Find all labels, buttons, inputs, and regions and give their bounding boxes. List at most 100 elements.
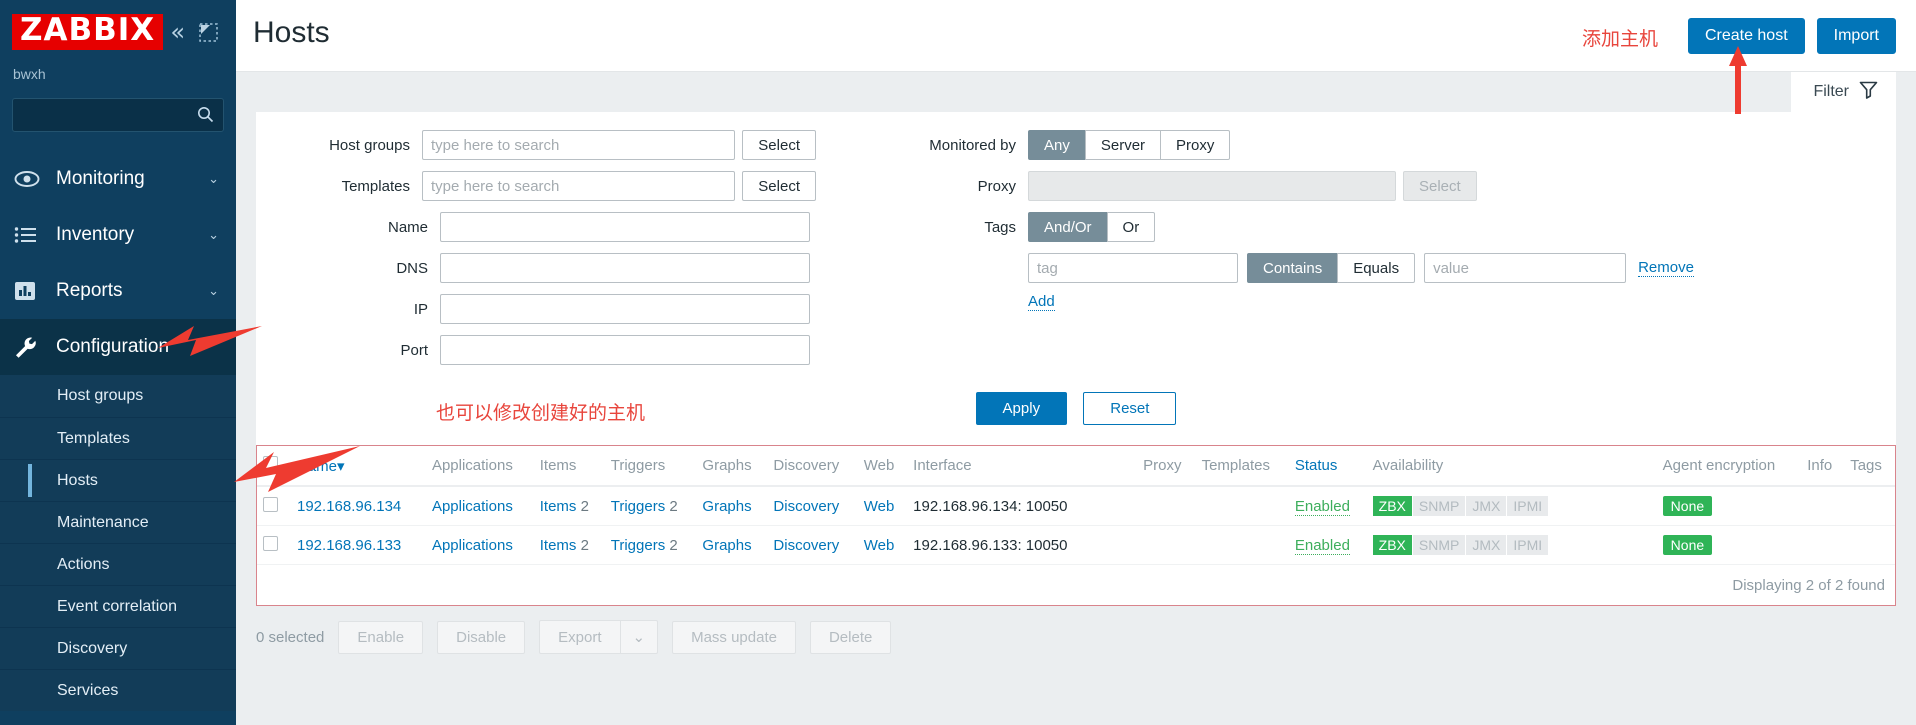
filter-field-monitored-by: Monitored by Any Server Proxy [880,130,1896,160]
delete-button[interactable]: Delete [809,620,892,654]
sidebar-item-label: Monitoring [56,168,145,189]
interface-cell: 192.168.96.133: 10050 [907,525,1138,565]
info-cell [1801,486,1845,526]
enable-button[interactable]: Enable [338,620,424,654]
sidebar: ZABBIX « bwxh Monitoring ⌄ Inventory ⌄ R… [0,0,236,725]
triggers-count: 2 [669,497,678,515]
filter-left-column: Host groups Select Templates Select Name… [256,130,816,376]
applications-link[interactable]: Applications [432,537,513,554]
graphs-link[interactable]: Graphs [702,498,751,515]
filter-field-host-groups: Host groups Select [316,130,816,160]
host-groups-input[interactable] [421,130,736,160]
column-header-templates: Templates [1195,446,1289,487]
tag-add-link[interactable]: Add [1028,293,1055,311]
sidebar-item-monitoring[interactable]: Monitoring ⌄ [0,151,236,207]
sidebar-item-inventory[interactable]: Inventory ⌄ [0,207,236,263]
column-header-discovery: Discovery [767,446,858,487]
sidebar-nav: Monitoring ⌄ Inventory ⌄ Reports ⌄ Confi… [0,151,236,711]
port-input[interactable] [440,335,810,365]
tag-operator-segmented: Contains Equals [1247,253,1416,283]
discovery-link[interactable]: Discovery [773,537,839,554]
annotation-edit-host-cn: 也可以修改创建好的主机 [436,402,646,424]
name-label: Name [387,218,428,236]
status-badge[interactable]: Enabled [1294,497,1350,516]
reset-button[interactable]: Reset [1083,392,1177,425]
applications-link[interactable]: Applications [432,498,513,515]
hosts-table-container: Name▾ Applications Items Triggers Graphs… [256,445,1896,606]
tab-filter[interactable]: Filter [1791,72,1896,112]
tags-mode-option-andor[interactable]: And/Or [1028,212,1108,242]
sidebar-item-reports[interactable]: Reports ⌄ [0,263,236,319]
sidebar-item-maintenance[interactable]: Maintenance [0,501,236,543]
templates-cell [1195,486,1289,526]
tag-value-input[interactable] [1424,253,1627,283]
select-all-checkbox[interactable] [263,456,278,471]
column-header-web: Web [857,446,908,487]
create-host-button[interactable]: Create host [1687,18,1805,54]
sort-indicator-icon: ▾ [337,457,345,475]
name-input[interactable] [440,212,810,242]
templates-select-button[interactable]: Select [742,171,816,201]
import-button[interactable]: Import [1816,18,1896,54]
triggers-link[interactable]: Triggers [611,498,665,515]
funnel-icon [1859,80,1878,104]
row-checkbox[interactable] [263,535,278,551]
discovery-link[interactable]: Discovery [773,498,839,515]
host-name-link[interactable]: 192.168.96.134 [297,498,401,515]
proxy-label: Proxy [977,177,1016,195]
kiosk-mode-icon[interactable] [199,22,218,42]
hosts-table: Name▾ Applications Items Triggers Graphs… [257,446,1895,565]
sidebar-item-actions[interactable]: Actions [0,543,236,585]
export-dropdown-caret-icon[interactable]: ⌄ [620,620,659,654]
host-groups-select-button[interactable]: Select [742,130,816,160]
disable-button[interactable]: Disable [437,620,526,654]
sidebar-search[interactable] [12,98,224,132]
agent-encryption-badge: None [1662,535,1713,555]
filter-field-tags-mode: Tags And/Or Or [880,212,1896,242]
dns-input[interactable] [440,253,810,283]
proxy-cell [1137,525,1196,565]
table-footer-count: Displaying 2 of 2 found [1732,577,1885,594]
sidebar-item-event-correlation[interactable]: Event correlation [0,585,236,627]
filter-field-ip: IP [316,294,816,324]
monitored-by-option-any[interactable]: Any [1028,130,1086,160]
sidebar-item-host-groups[interactable]: Host groups [0,375,236,417]
sidebar-subitem-label: Discovery [57,639,128,657]
tag-remove-link[interactable]: Remove [1638,259,1694,277]
apply-button[interactable]: Apply [975,392,1068,425]
monitored-by-option-server[interactable]: Server [1084,130,1162,160]
tag-operator-contains[interactable]: Contains [1247,253,1339,283]
tag-operator-equals[interactable]: Equals [1337,253,1416,283]
sidebar-item-services[interactable]: Services [0,669,236,711]
sidebar-item-configuration[interactable]: Configuration ⌃ [0,319,236,375]
host-name-link[interactable]: 192.168.96.133 [297,537,401,554]
table-row: 192.168.96.133 Applications Items 2 Trig… [257,525,1895,565]
items-link[interactable]: Items [540,498,577,515]
annotation-create-host-cn: 添加主机 [1581,28,1658,50]
tag-name-input[interactable] [1028,253,1238,283]
templates-input[interactable] [421,171,736,201]
sidebar-item-hosts[interactable]: Hosts [0,459,236,501]
search-input[interactable] [13,99,223,131]
sidebar-header-icons: « [170,20,218,44]
status-badge[interactable]: Enabled [1294,536,1350,555]
row-checkbox[interactable] [263,496,278,512]
column-header-name[interactable]: Name▾ [291,446,426,487]
triggers-link[interactable]: Triggers [611,537,665,554]
web-link[interactable]: Web [864,498,895,515]
graphs-link[interactable]: Graphs [702,537,751,554]
chevron-down-icon: ⌄ [208,227,219,242]
row-select-cell [257,486,291,526]
column-header-status[interactable]: Status [1288,446,1367,487]
items-link[interactable]: Items [540,537,577,554]
export-button[interactable]: Export [539,620,621,654]
sidebar-item-templates[interactable]: Templates [0,417,236,459]
ip-input[interactable] [440,294,810,324]
web-link[interactable]: Web [864,537,895,554]
tags-mode-option-or[interactable]: Or [1106,212,1156,242]
sidebar-item-discovery[interactable]: Discovery [0,627,236,669]
filter-field-templates: Templates Select [316,171,816,201]
collapse-sidebar-icon[interactable]: « [170,20,185,44]
monitored-by-option-proxy[interactable]: Proxy [1160,130,1231,160]
mass-update-button[interactable]: Mass update [672,620,796,654]
